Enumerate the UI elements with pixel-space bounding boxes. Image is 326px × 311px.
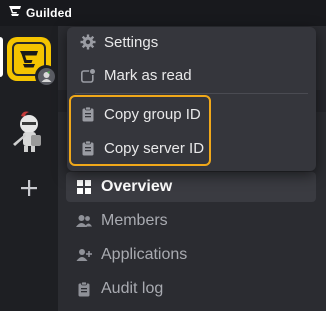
add-server-button[interactable] bbox=[17, 178, 41, 202]
user-status-avatar bbox=[35, 65, 57, 87]
nav-item-overview[interactable]: Overview bbox=[66, 172, 316, 202]
clipboard-icon bbox=[76, 281, 92, 297]
nav-item-label: Overview bbox=[101, 178, 173, 195]
brand: Guilded bbox=[8, 4, 72, 23]
guilded-app: Guilded Overview Members Applications Au… bbox=[0, 0, 326, 311]
nav-item-label: Applications bbox=[101, 246, 188, 263]
nav-item-members[interactable]: Members bbox=[66, 206, 316, 236]
brand-name: Guilded bbox=[26, 6, 73, 20]
server-rail bbox=[0, 26, 58, 311]
person-add-icon bbox=[76, 247, 92, 263]
menu-item-settings[interactable]: Settings bbox=[67, 27, 316, 57]
nav-item-label: Audit log bbox=[101, 280, 164, 297]
menu-item-label: Settings bbox=[104, 33, 159, 51]
nav-item-applications[interactable]: Applications bbox=[66, 240, 316, 270]
menu-item-label: Mark as read bbox=[104, 66, 192, 84]
menu-divider bbox=[75, 93, 308, 94]
nav-item-label: Members bbox=[101, 212, 168, 229]
nav-item-audit-log[interactable]: Audit log bbox=[66, 274, 316, 304]
copy-id-highlight bbox=[69, 95, 211, 166]
mark-read-icon bbox=[80, 67, 96, 83]
plus-icon bbox=[20, 179, 38, 202]
knight-avatar-icon[interactable] bbox=[9, 110, 49, 154]
title-bar: Guilded bbox=[0, 0, 326, 26]
guilded-logo-icon bbox=[8, 4, 22, 23]
gear-icon bbox=[80, 34, 96, 50]
grid-icon bbox=[76, 179, 92, 195]
active-server-indicator bbox=[0, 37, 3, 77]
members-icon bbox=[76, 213, 92, 229]
menu-item-mark-as-read[interactable]: Mark as read bbox=[67, 60, 316, 90]
